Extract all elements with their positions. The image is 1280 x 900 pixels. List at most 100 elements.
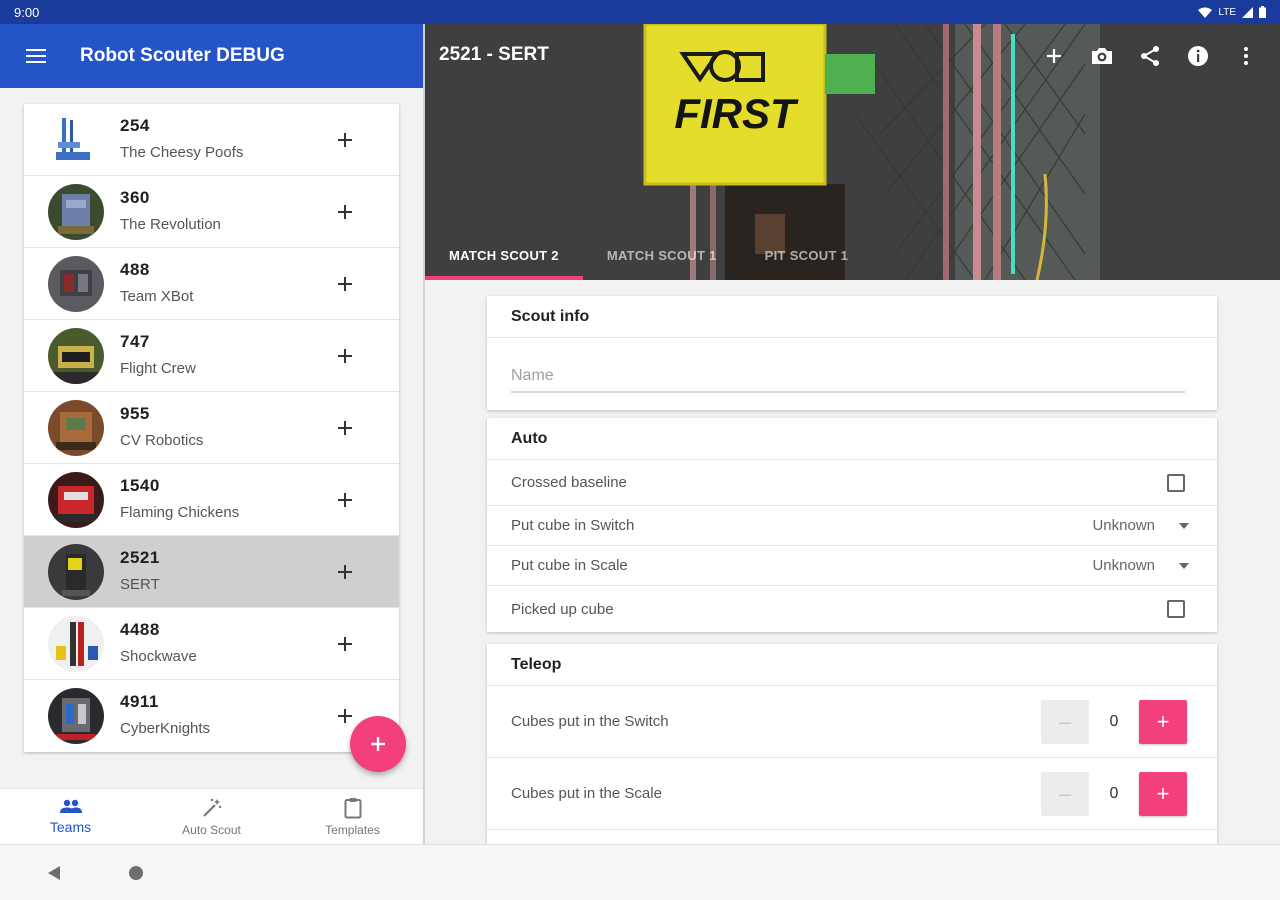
add-scout-icon[interactable]	[333, 344, 357, 368]
team-avatar	[48, 184, 104, 240]
decrement-button[interactable]: –	[1041, 771, 1089, 816]
add-scout-icon[interactable]	[333, 128, 357, 152]
team-list-panel: 254 The Cheesy Poofs 360 The Revolution …	[0, 88, 423, 788]
team-list: 254 The Cheesy Poofs 360 The Revolution …	[24, 104, 399, 752]
team-name: SERT	[120, 576, 160, 593]
picked-up-cube-row[interactable]: Picked up cube	[487, 586, 1217, 632]
bottom-navigation: Teams Auto Scout Templates	[0, 788, 423, 844]
next-counter-row	[487, 830, 1217, 844]
add-scout-icon[interactable]	[333, 200, 357, 224]
nav-label: Auto Scout	[182, 822, 241, 837]
app-bar: Robot Scouter DEBUG	[0, 24, 423, 88]
field-label: Put cube in Scale	[511, 557, 628, 574]
increment-button[interactable]: +	[1139, 771, 1187, 816]
section-header: Auto	[487, 418, 1217, 460]
name-row	[487, 338, 1217, 410]
decrement-button[interactable]: –	[1041, 699, 1089, 744]
status-bar: 9:00 LTE	[0, 0, 1280, 24]
share-icon	[1141, 46, 1159, 66]
nav-teams[interactable]: Teams	[0, 789, 141, 844]
add-scout-icon[interactable]	[333, 416, 357, 440]
add-scout-icon[interactable]	[333, 488, 357, 512]
tab-match-scout-2[interactable]: MATCH SCOUT 2	[425, 230, 583, 280]
info-button[interactable]	[1174, 38, 1222, 74]
scale-cube-dropdown[interactable]: Unknown	[1092, 557, 1189, 574]
increment-button[interactable]: +	[1139, 699, 1187, 744]
first-logo: FIRST	[674, 90, 799, 137]
team-avatar	[48, 112, 104, 168]
add-team-fab[interactable]	[350, 716, 406, 772]
team-avatar	[48, 472, 104, 528]
scout-form: Scout info Auto Crossed baseline Put cub…	[425, 280, 1280, 844]
team-row-1540[interactable]: 1540 Flaming Chickens	[24, 464, 399, 536]
team-number: 955	[120, 404, 150, 423]
switch-cube-dropdown[interactable]: Unknown	[1092, 517, 1189, 534]
more-vert-icon	[1244, 47, 1248, 65]
tab-match-scout-1[interactable]: MATCH SCOUT 1	[583, 230, 741, 280]
battery-icon	[1259, 6, 1266, 18]
clipboard-icon	[344, 797, 361, 818]
nav-label: Templates	[325, 822, 380, 837]
add-scout-icon[interactable]	[333, 704, 357, 728]
home-icon[interactable]	[129, 866, 143, 880]
nav-templates[interactable]: Templates	[282, 789, 423, 844]
team-row-955[interactable]: 955 CV Robotics	[24, 392, 399, 464]
status-time: 9:00	[14, 4, 40, 20]
team-name: CV Robotics	[120, 432, 204, 449]
menu-icon	[26, 49, 46, 63]
team-number: 360	[120, 188, 150, 207]
team-number: 254	[120, 116, 150, 135]
scale-counter-row: Cubes put in the Scale – 0 +	[487, 758, 1217, 830]
counter-value: 0	[1109, 712, 1119, 730]
switch-cube-row: Put cube in Switch Unknown	[487, 506, 1217, 546]
back-icon[interactable]	[46, 865, 62, 881]
team-avatar	[48, 544, 104, 600]
add-button[interactable]	[1030, 38, 1078, 74]
signal-icon	[1242, 6, 1253, 18]
field-label: Picked up cube	[511, 600, 614, 618]
team-number: 747	[120, 332, 150, 351]
dropdown-value: Unknown	[1092, 517, 1155, 534]
menu-button[interactable]	[0, 24, 72, 88]
field-label: Put cube in Switch	[511, 517, 635, 534]
team-avatar	[48, 328, 104, 384]
dropdown-arrow-icon	[1179, 522, 1189, 529]
team-number: 4911	[120, 692, 159, 711]
team-number: 4488	[120, 620, 160, 639]
nav-auto-scout[interactable]: Auto Scout	[141, 789, 282, 844]
tab-pit-scout-1[interactable]: PIT SCOUT 1	[741, 230, 872, 280]
camera-button[interactable]	[1078, 38, 1126, 74]
system-navigation-bar	[0, 844, 1280, 900]
section-header: Scout info	[487, 296, 1217, 338]
share-button[interactable]	[1126, 38, 1174, 74]
add-scout-icon[interactable]	[333, 632, 357, 656]
team-row-2521[interactable]: 2521 SERT	[24, 536, 399, 608]
add-scout-icon[interactable]	[333, 272, 357, 296]
overflow-menu-button[interactable]	[1222, 38, 1270, 74]
team-row-4911[interactable]: 4911 CyberKnights	[24, 680, 399, 752]
info-icon	[1188, 46, 1208, 66]
team-title: 2521 - SERT	[439, 44, 549, 65]
nav-label: Teams	[49, 818, 92, 835]
add-scout-icon[interactable]	[333, 560, 357, 584]
scout-name-input[interactable]	[511, 361, 1185, 393]
picked-up-cube-checkbox[interactable]	[1167, 600, 1185, 618]
team-row-254[interactable]: 254 The Cheesy Poofs	[24, 104, 399, 176]
team-name: The Revolution	[120, 216, 221, 233]
people-icon	[59, 799, 82, 813]
dropdown-arrow-icon	[1179, 562, 1189, 569]
team-avatar	[48, 616, 104, 672]
team-avatar	[48, 256, 104, 312]
team-row-488[interactable]: 488 Team XBot	[24, 248, 399, 320]
team-row-360[interactable]: 360 The Revolution	[24, 176, 399, 248]
switch-counter: – 0 +	[1041, 699, 1187, 744]
crossed-baseline-checkbox[interactable]	[1167, 473, 1185, 492]
field-label: Cubes put in the Scale	[511, 785, 662, 802]
scale-counter: – 0 +	[1041, 771, 1187, 816]
crossed-baseline-row[interactable]: Crossed baseline	[487, 460, 1217, 506]
scout-info-section: Scout info	[487, 296, 1217, 410]
team-name: Flight Crew	[120, 360, 196, 377]
team-row-4488[interactable]: 4488 Shockwave	[24, 608, 399, 680]
team-name: Team XBot	[120, 288, 194, 305]
team-row-747[interactable]: 747 Flight Crew	[24, 320, 399, 392]
